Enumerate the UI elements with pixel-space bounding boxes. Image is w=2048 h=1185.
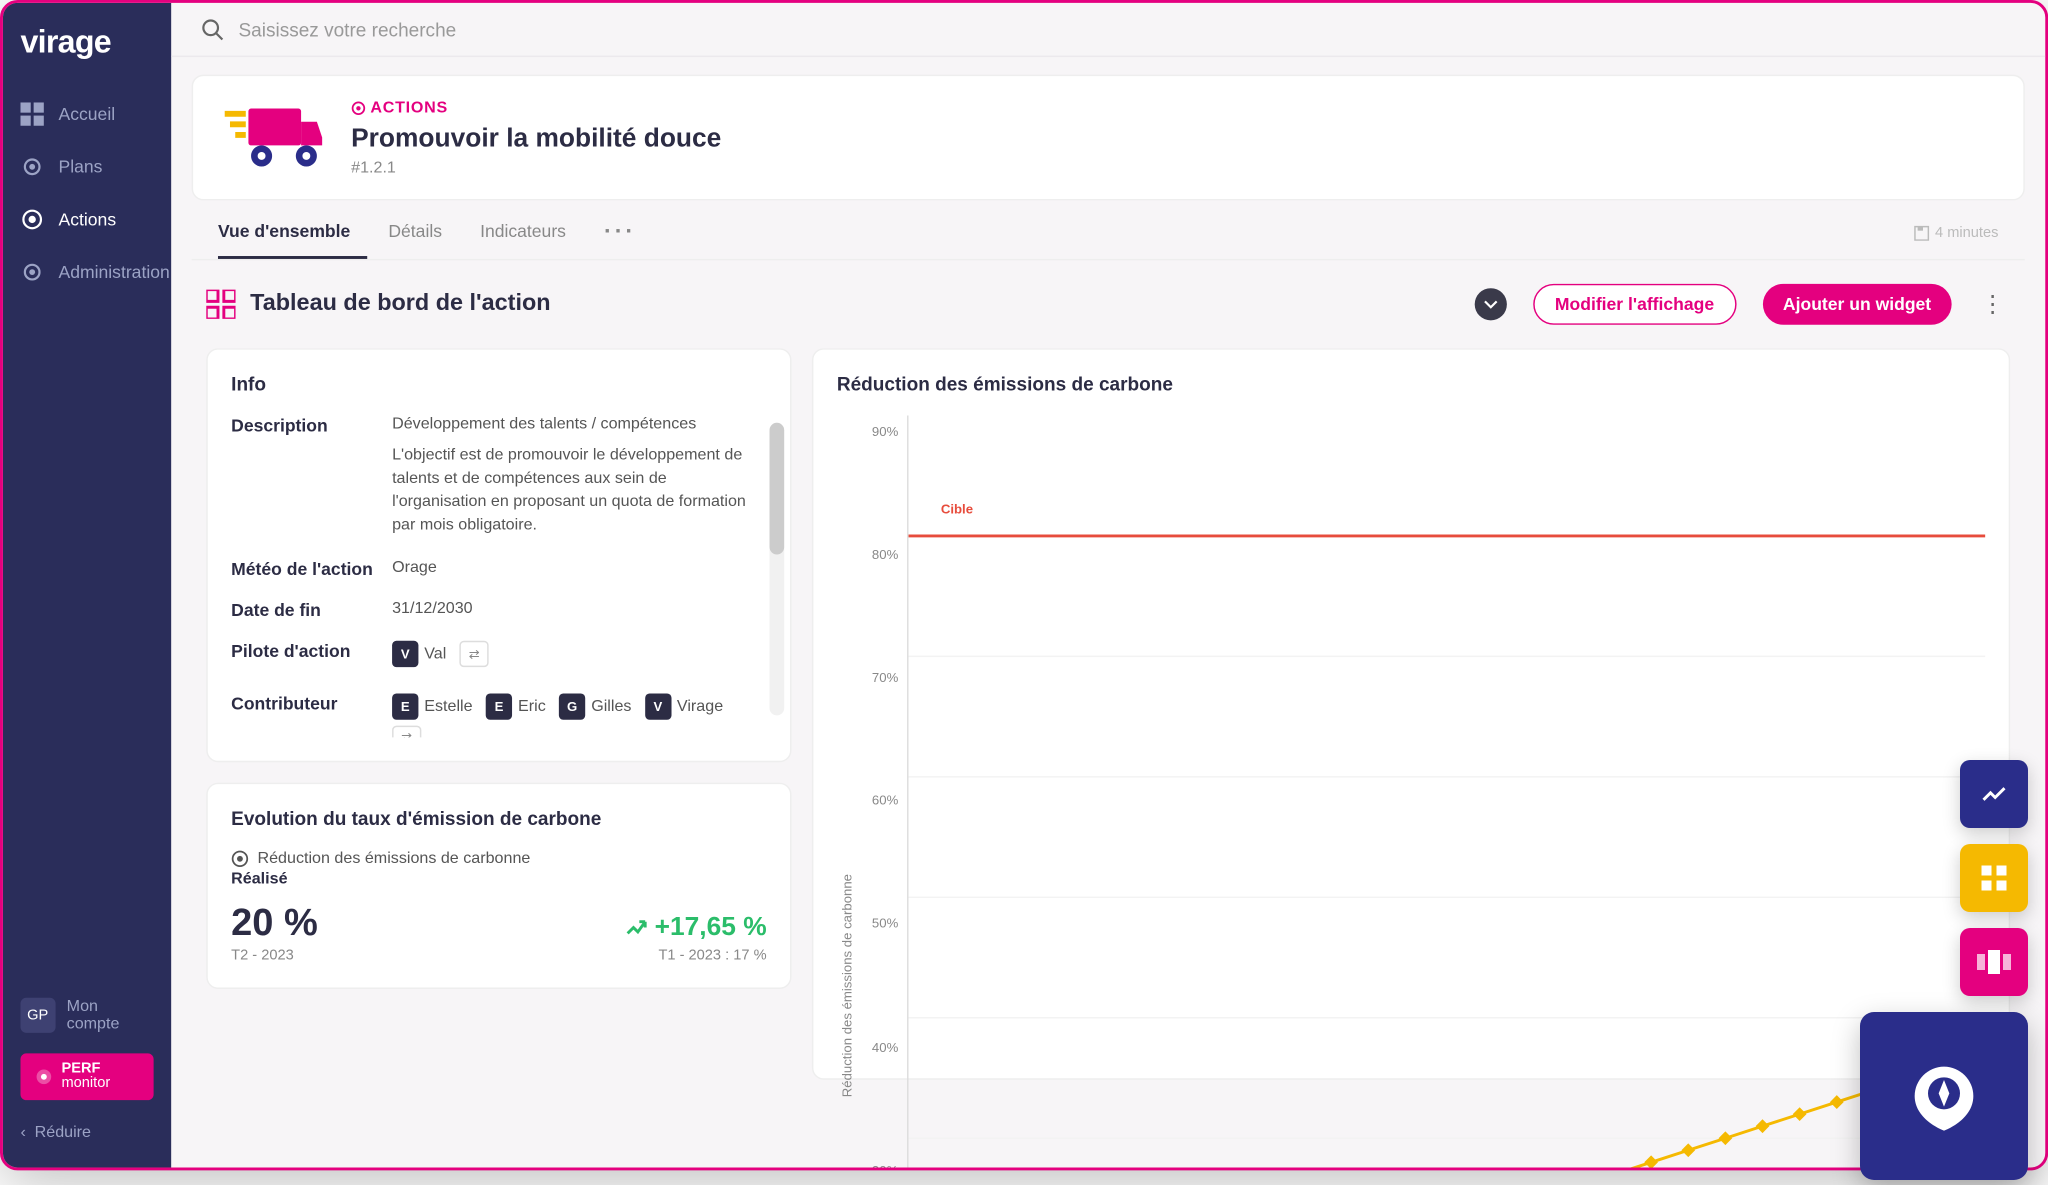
nav-plans[interactable]: Plans bbox=[3, 140, 171, 193]
search-input[interactable] bbox=[238, 18, 2016, 40]
compass-icon bbox=[1904, 1056, 1984, 1136]
widgets-icon bbox=[206, 290, 235, 319]
tab-details[interactable]: Détails bbox=[388, 206, 459, 259]
carousel-icon bbox=[1977, 947, 2011, 977]
tab-more[interactable]: ··· bbox=[604, 219, 636, 245]
person-chip: VVal bbox=[392, 640, 446, 666]
fab-trend[interactable] bbox=[1960, 760, 2028, 828]
collapse-widgets[interactable] bbox=[1474, 288, 1506, 320]
tab-overview[interactable]: Vue d'ensemble bbox=[218, 206, 368, 259]
info-label-description: Description bbox=[231, 415, 392, 538]
add-person-button[interactable]: ⇄ bbox=[392, 725, 421, 737]
tabs: Vue d'ensemble Détails Indicateurs ··· 4… bbox=[192, 206, 2025, 260]
series-label-cible: Cible bbox=[941, 502, 973, 517]
chart-card: Réduction des émissions de carbone Réduc… bbox=[812, 348, 2010, 1080]
grid-icon bbox=[1979, 863, 2009, 893]
nav-label: Actions bbox=[59, 209, 117, 229]
evolution-period: T2 - 2023 bbox=[231, 948, 318, 964]
avatar: GP bbox=[20, 998, 54, 1033]
page-title: Promouvoir la mobilité douce bbox=[351, 122, 721, 153]
nav-label: Accueil bbox=[59, 104, 116, 124]
header-eyebrow: ACTIONS bbox=[351, 99, 721, 117]
info-value-meteo: Orage bbox=[392, 559, 755, 579]
card-title: Réduction des émissions de carbone bbox=[837, 373, 1985, 395]
searchbar bbox=[171, 3, 2045, 57]
brand-logo: virage bbox=[3, 3, 171, 88]
evolution-subtitle: Réduction des émissions de carbonne bbox=[231, 850, 766, 868]
description-title: Développement des talents / compétences bbox=[392, 415, 755, 433]
description-body: L'objectif est de promouvoir le développ… bbox=[392, 445, 755, 538]
person-chip: GGilles bbox=[559, 693, 631, 719]
card-title: Info bbox=[231, 373, 755, 395]
nav-label: Administration bbox=[59, 262, 170, 282]
gear-icon bbox=[20, 155, 43, 178]
chart-y-label: Réduction des émissions de carbonne bbox=[837, 415, 857, 1167]
person-chip: EEric bbox=[486, 693, 546, 719]
chevron-down-icon bbox=[1483, 297, 1498, 312]
floating-actions bbox=[1860, 760, 2028, 1180]
save-icon bbox=[1913, 225, 1929, 241]
card-title: Evolution du taux d'émission de carbone bbox=[231, 808, 766, 830]
account-link[interactable]: GP Mon compte bbox=[20, 989, 153, 1042]
person-chip: EEstelle bbox=[392, 693, 473, 719]
person-chip: VVirage bbox=[645, 693, 723, 719]
trend-icon bbox=[1980, 780, 2008, 808]
account-label: Mon compte bbox=[67, 998, 154, 1033]
action-header: ACTIONS Promouvoir la mobilité douce #1.… bbox=[192, 75, 2025, 201]
main-content: ACTIONS Promouvoir la mobilité douce #1.… bbox=[171, 3, 2045, 1168]
chart-plot: Cible Trajectoire cible Réalisé bbox=[907, 415, 1985, 1167]
trend-up-icon bbox=[625, 915, 648, 938]
fab-carousel[interactable] bbox=[1960, 928, 2028, 996]
info-value-fin: 31/12/2030 bbox=[392, 599, 755, 619]
info-label-contrib: Contributeur bbox=[231, 693, 392, 737]
modify-display-button[interactable]: Modifier l'affichage bbox=[1533, 284, 1736, 325]
nav-label: Plans bbox=[59, 157, 103, 177]
nav-accueil[interactable]: Accueil bbox=[3, 88, 171, 141]
info-card: Info Description Développement des talen… bbox=[206, 348, 791, 762]
dashboard-title: Tableau de bord de l'action bbox=[250, 291, 1460, 317]
target-icon bbox=[231, 850, 249, 868]
fab-grid[interactable] bbox=[1960, 844, 2028, 912]
evolution-card: Evolution du taux d'émission de carbone … bbox=[206, 783, 791, 989]
nav: Accueil Plans Actions Administration bbox=[3, 88, 171, 975]
collapse-label: Réduire bbox=[35, 1124, 91, 1142]
perf-icon bbox=[35, 1068, 53, 1086]
perf-monitor-badge[interactable]: PERF monitor bbox=[20, 1053, 153, 1100]
scrollbar[interactable] bbox=[770, 423, 785, 716]
dashboard-menu[interactable]: ⋮ bbox=[1966, 290, 2010, 319]
evolution-change: +17,65 % bbox=[625, 911, 766, 942]
gear-icon bbox=[20, 260, 43, 283]
tab-indicators[interactable]: Indicateurs bbox=[480, 206, 583, 259]
evolution-value: 20 % bbox=[231, 900, 318, 945]
evolution-realised-label: Réalisé bbox=[231, 870, 766, 888]
truck-icon bbox=[219, 97, 324, 179]
info-label-fin: Date de fin bbox=[231, 599, 392, 619]
add-widget-button[interactable]: Ajouter un widget bbox=[1762, 284, 1951, 325]
chart-y-ticks: 90%80%70%60%50%40%30%20%10%0% bbox=[857, 415, 907, 1167]
info-label-pilote: Pilote d'action bbox=[231, 640, 392, 672]
nav-administration[interactable]: Administration bbox=[3, 246, 171, 299]
evolution-previous: T1 - 2023 : 17 % bbox=[625, 948, 766, 964]
collapse-sidebar[interactable]: ‹ Réduire bbox=[20, 1112, 153, 1153]
perf-line2: monitor bbox=[61, 1077, 110, 1092]
add-person-button[interactable]: ⇄ bbox=[460, 641, 489, 667]
target-icon bbox=[20, 208, 43, 231]
chevron-left-icon: ‹ bbox=[20, 1124, 25, 1142]
target-small-icon bbox=[351, 100, 366, 115]
dashboard-icon bbox=[20, 102, 43, 125]
nav-actions[interactable]: Actions bbox=[3, 193, 171, 246]
last-updated: 4 minutes bbox=[1913, 225, 1998, 241]
scrollbar-thumb[interactable] bbox=[770, 423, 785, 555]
sidebar: virage Accueil Plans Actions Administrat… bbox=[3, 3, 171, 1168]
action-ref: #1.2.1 bbox=[351, 159, 721, 177]
fab-compass[interactable] bbox=[1860, 1012, 2028, 1180]
dashboard-header: Tableau de bord de l'action Modifier l'a… bbox=[171, 260, 2045, 348]
search-icon bbox=[200, 18, 223, 41]
info-label-meteo: Météo de l'action bbox=[231, 559, 392, 579]
